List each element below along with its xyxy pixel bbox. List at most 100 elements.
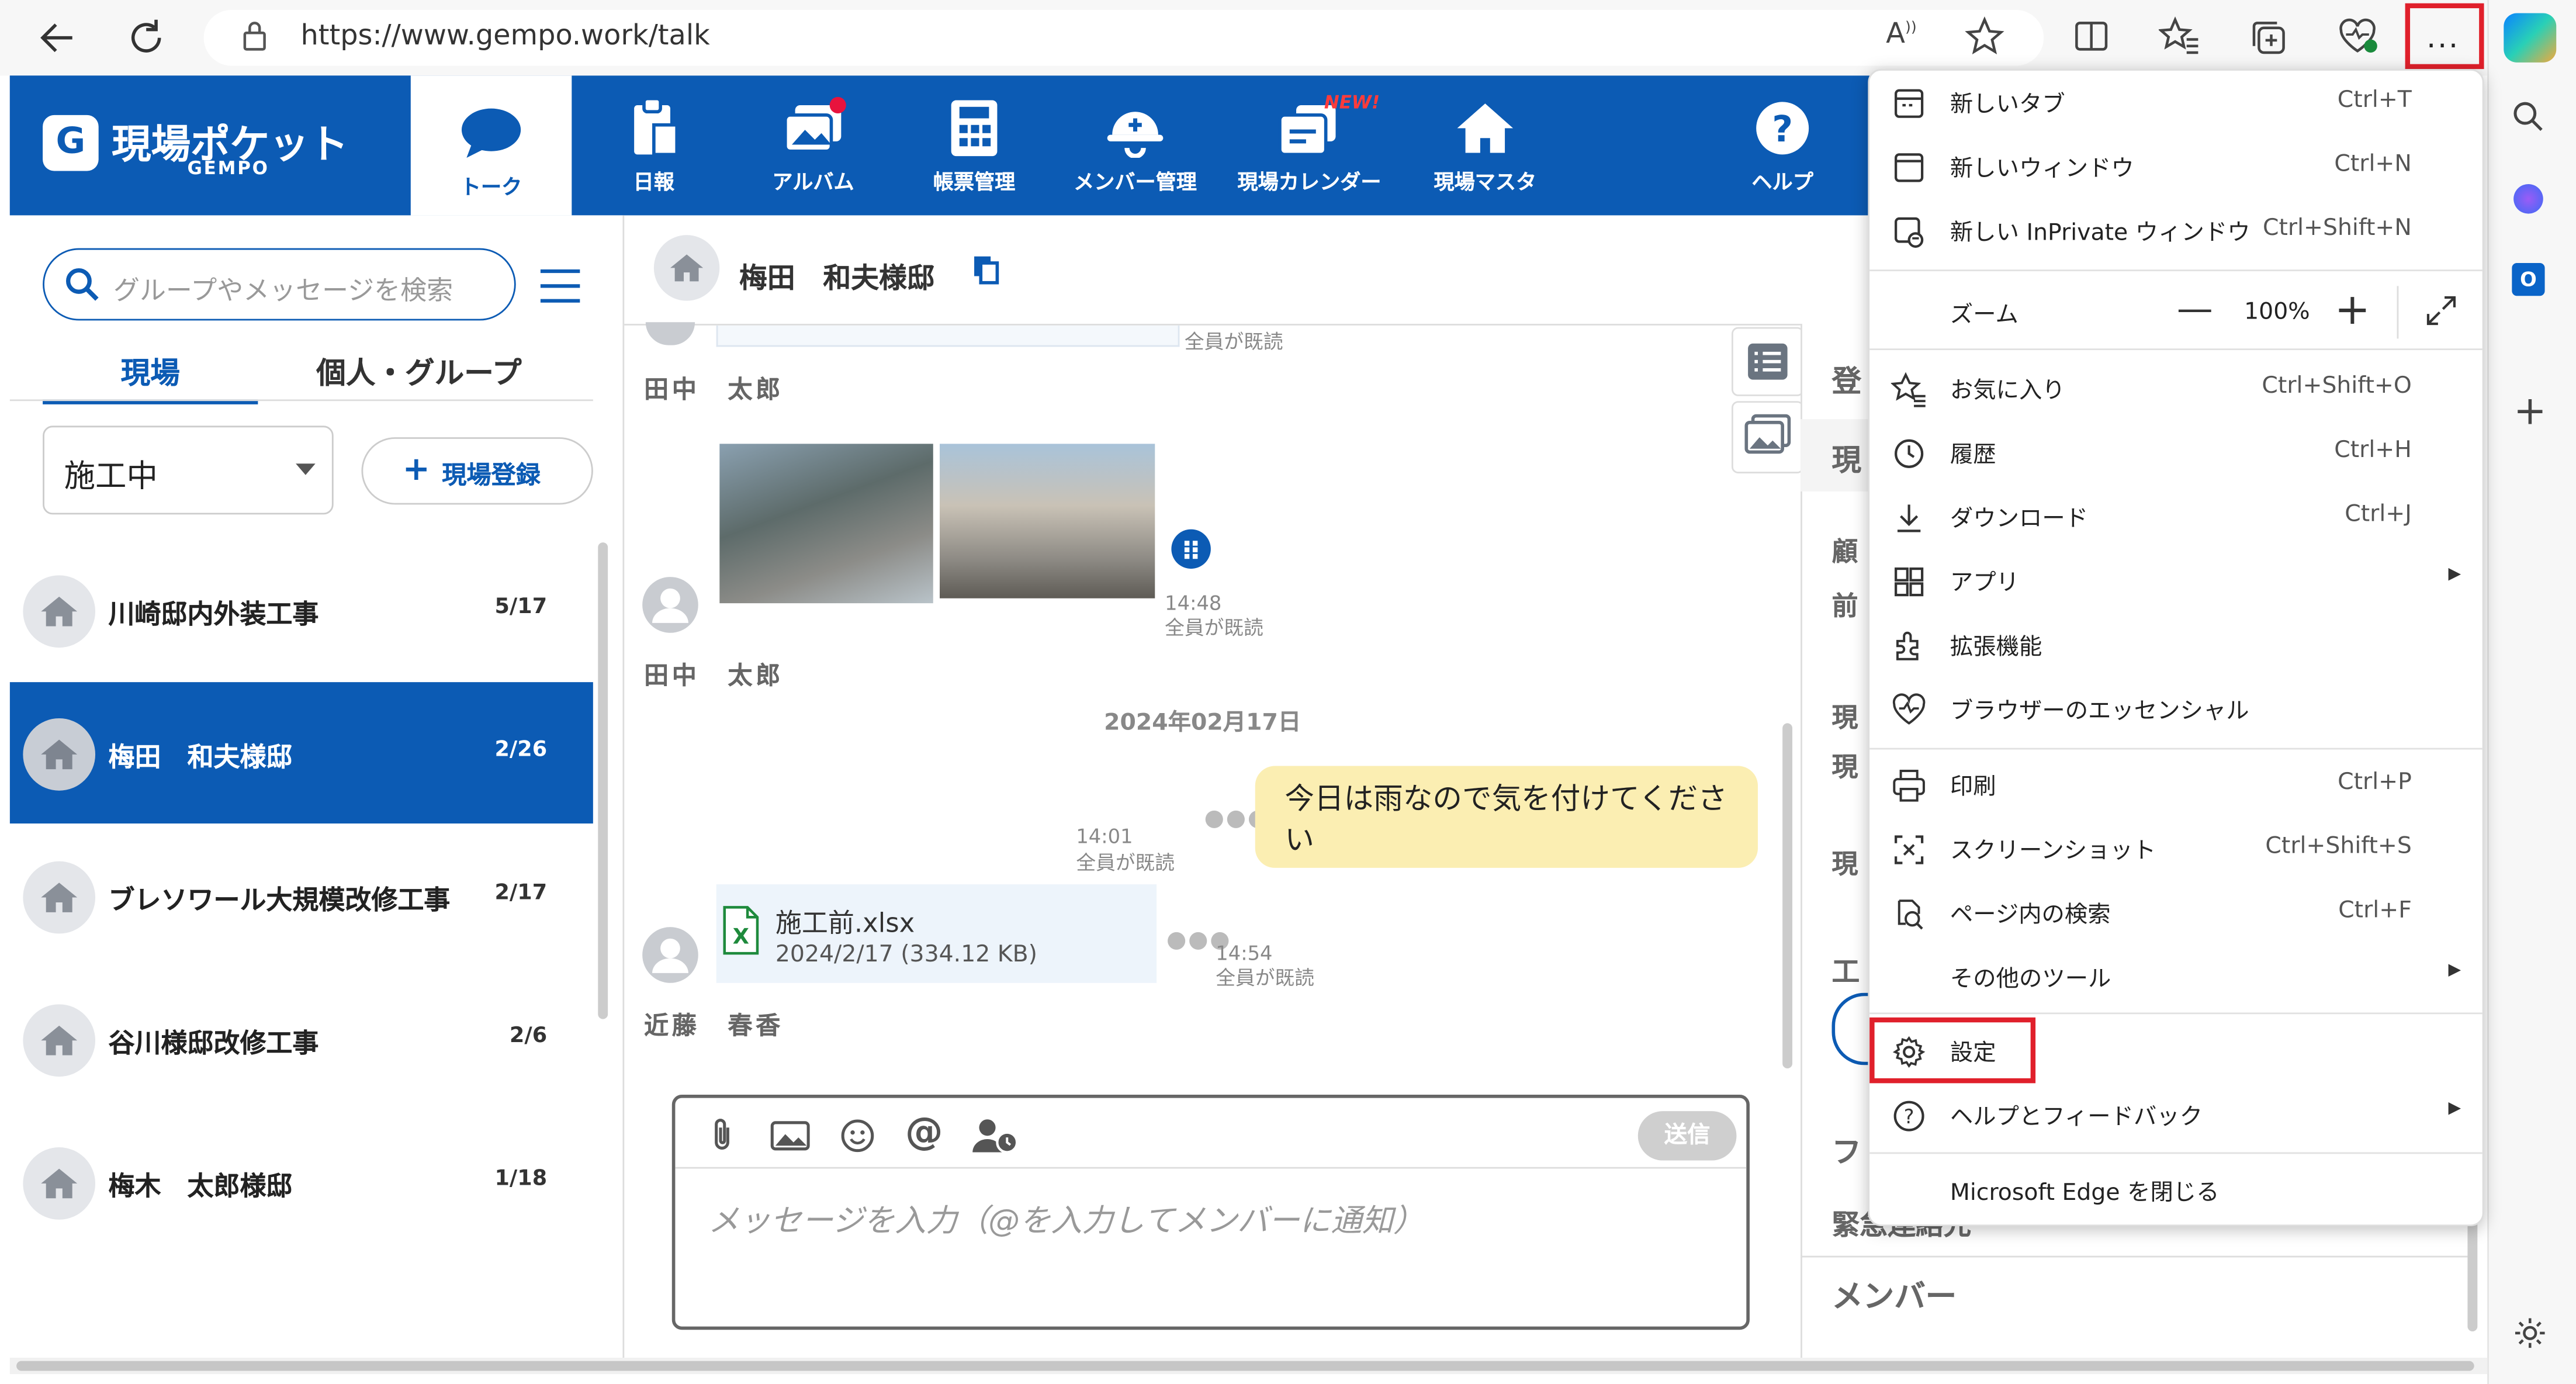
site-register-label: 現場登録 [442,460,541,490]
discover-icon[interactable] [2513,184,2543,214]
menu-item-inprivate[interactable]: 新しい InPrivate ウィンドウ Ctrl+Shift+N [1868,199,2484,261]
read-aloud-icon[interactable]: A)) [1886,18,1916,51]
settings-highlight [1869,1017,2036,1084]
essentials-icon [1891,692,1927,728]
gallery-icon[interactable] [1732,401,1804,473]
copy-icon[interactable] [971,255,1000,285]
menu-item-print[interactable]: 印刷 Ctrl+P [1868,753,2484,815]
add-sidebar-app-icon[interactable]: + [2513,388,2547,434]
site-name: 梅木 太郎様邸 [108,1170,293,1202]
message-input[interactable]: @ 送信 メッセージを入力（@を入力してメンバーに通知） [671,1095,1750,1330]
hamburger-menu-icon[interactable] [539,267,581,306]
site-register-button[interactable]: + 現場登録 [361,437,593,505]
settings-and-more-button[interactable]: ··· [2405,3,2484,70]
help-circle-icon: ? [1692,92,1873,164]
previous-message [716,325,1180,347]
menu-item-apps[interactable]: アプリ ▶ [1868,549,2484,611]
add-favorite-icon[interactable] [1965,16,2004,56]
panel-divider [1801,1255,2474,1258]
read-status: 全員が既読 [1184,330,1283,354]
avatar [645,322,695,345]
site-count: 2/17 [494,881,548,906]
paperclip-icon[interactable] [708,1117,738,1154]
menu-separator [1869,348,2482,351]
refresh-icon[interactable] [122,13,174,65]
file-attachment[interactable]: X 施工前.xlsx 2024/2/17 (334.12 KB) [716,884,1157,983]
nav-album-label: アルバム [772,169,854,194]
menu-item-favorites[interactable]: お気に入り Ctrl+Shift+O [1868,357,2484,419]
search-input[interactable]: グループやメッセージを検索 [43,248,516,321]
menu-item-downloads[interactable]: ダウンロード Ctrl+J [1868,485,2484,548]
browser-essentials-icon[interactable] [2336,16,2379,56]
site-list-item[interactable]: 川崎邸内外装工事 5/17 [10,539,593,680]
tab-divider [9,399,593,402]
list-view-icon[interactable] [1732,327,1804,396]
photo-thumbnail[interactable] [719,444,933,604]
sidebar-settings-icon[interactable] [2512,1315,2548,1351]
mention-icon[interactable]: @ [905,1111,943,1154]
site-list-item[interactable]: 谷川様邸改修工事 2/6 [10,968,593,1109]
site-list-item-selected[interactable]: 梅田 和夫様邸 2/26 [9,682,593,824]
status-filter-select[interactable]: 施工中 [43,425,334,515]
menu-item-help-feedback[interactable]: ? ヘルプとフィードバック ▶ [1868,1083,2484,1146]
menu-item-new-tab[interactable]: 新しいタブ Ctrl+T [1868,71,2484,133]
nav-member-management[interactable]: メンバー管理 [1045,92,1225,195]
menu-label: ズーム [1950,302,2018,329]
favorites-icon[interactable] [2158,16,2201,56]
nav-talk[interactable]: トーク [410,75,572,216]
chat-scrollbar[interactable] [1782,723,1793,1069]
search-icon[interactable] [2511,99,2547,135]
nav-album[interactable]: アルバム [723,92,903,195]
menu-item-screenshot[interactable]: スクリーンショット Ctrl+Shift+S [1868,817,2484,880]
app-logo[interactable]: G 現場ポケット GEMPO [9,75,411,216]
tab-personal-group[interactable]: 個人・グループ [296,350,542,393]
menu-label: アプリ [1950,570,2019,597]
menu-item-browser-essentials[interactable]: ブラウザーのエッセンシャル [1868,677,2484,740]
tab-sites[interactable]: 現場 [43,350,258,404]
new-badge: NEW! [1324,92,1380,114]
menu-shortcut: Ctrl+H [2334,437,2412,464]
menu-item-find-on-page[interactable]: ページ内の検索 Ctrl+F [1868,881,2484,943]
site-name: 谷川様邸改修工事 [108,1027,319,1059]
zoom-out-button[interactable]: — [2177,289,2213,330]
nav-forms[interactable]: 帳票管理 [884,92,1064,195]
member-add-icon[interactable] [971,1116,1020,1155]
plus-icon: + [402,448,430,489]
zoom-value: 100% [2244,299,2310,326]
collections-icon[interactable] [2248,16,2290,59]
submenu-arrow-icon: ▶ [2448,961,2461,980]
outlook-icon[interactable]: O [2512,262,2545,296]
back-icon[interactable] [33,13,85,65]
photo-grid-icon[interactable] [1171,529,1211,569]
send-button[interactable]: 送信 [1637,1111,1737,1161]
my-message-bubble[interactable]: 今日は雨なので気を付けてください [1255,766,1758,868]
members-label: メンバー [1831,1279,1957,1315]
menu-label: Microsoft Edge を閉じる [1950,1180,2220,1207]
fullscreen-icon[interactable] [2423,293,2460,329]
menu-item-extensions[interactable]: 拡張機能 [1868,613,2484,676]
photo-thumbnail[interactable] [940,444,1155,598]
menu-item-close-edge[interactable]: Microsoft Edge を閉じる [1868,1159,2484,1222]
menu-item-more-tools[interactable]: その他のツール ▶ [1868,945,2484,1008]
nav-site-master[interactable]: 現場マスタ [1395,92,1576,195]
emoji-icon[interactable] [840,1117,876,1154]
calculator-icon [884,92,1064,164]
zoom-in-button[interactable]: + [2335,286,2370,335]
message-time: 14:54 [1216,942,1273,965]
copilot-icon[interactable] [2504,13,2557,63]
horizontal-scrollbar[interactable] [16,1361,2474,1371]
new-window-icon [1891,150,1927,186]
site-list-scrollbar[interactable] [598,542,608,1019]
nav-help[interactable]: ? ヘルプ [1692,92,1873,195]
split-screen-icon[interactable] [2072,16,2111,56]
nav-daily-report[interactable]: 日報 [563,92,744,195]
menu-item-new-window[interactable]: 新しいウィンドウ Ctrl+N [1868,135,2484,198]
info-scrollbar[interactable] [2467,1216,2478,1332]
site-list-item[interactable]: 梅木 太郎様邸 1/18 [10,1111,593,1252]
menu-label: ヘルプとフィードバック [1950,1104,2203,1131]
image-icon[interactable] [770,1119,810,1152]
date-divider: 2024年02月17日 [1104,710,1301,736]
site-count: 1/18 [494,1167,548,1192]
menu-item-history[interactable]: 履歴 Ctrl+H [1868,421,2484,483]
site-list-item[interactable]: ブレソワール大規模改修工事 2/17 [10,825,593,967]
